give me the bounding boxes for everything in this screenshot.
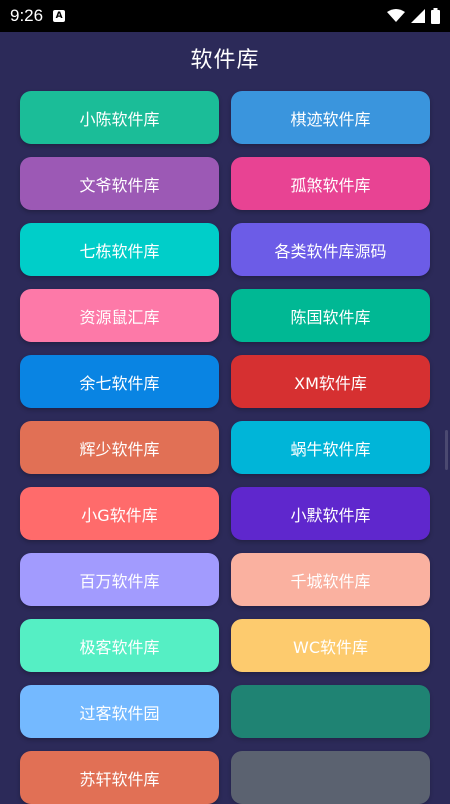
status-bar: 9:26 A	[0, 0, 450, 32]
library-button[interactable]: 余七软件库	[20, 355, 219, 408]
library-button[interactable]: WC软件库	[231, 619, 430, 672]
library-button[interactable]: 苏轩软件库	[20, 751, 219, 804]
library-button[interactable]: 各类软件库源码	[231, 223, 430, 276]
signal-icon	[411, 9, 425, 23]
library-button[interactable]: 蜗牛软件库	[231, 421, 430, 474]
library-button[interactable]: 过客软件园	[20, 685, 219, 738]
library-button[interactable]: 极客软件库	[20, 619, 219, 672]
wifi-icon	[387, 9, 405, 22]
library-button[interactable]: 孤煞软件库	[231, 157, 430, 210]
status-time: 9:26	[10, 6, 44, 25]
library-button[interactable]	[231, 685, 430, 738]
library-button[interactable]: 陈国软件库	[231, 289, 430, 342]
library-button[interactable]: 七栋软件库	[20, 223, 219, 276]
library-button[interactable]: 资源鼠汇库	[20, 289, 219, 342]
app-header: 软件库	[0, 32, 450, 84]
software-library-grid: 小陈软件库 棋迹软件库 文爷软件库 孤煞软件库 七栋软件库 各类软件库源码 资源鼠汇库 陈国软…	[20, 91, 430, 804]
library-button[interactable]: 千城软件库	[231, 553, 430, 606]
library-button[interactable]: 棋迹软件库	[231, 91, 430, 144]
a-icon: A	[53, 10, 66, 22]
scrollbar[interactable]	[445, 430, 448, 470]
library-button[interactable]: 小默软件库	[231, 487, 430, 540]
library-button[interactable]: 小陈软件库	[20, 91, 219, 144]
page-title: 软件库	[190, 48, 260, 73]
library-button[interactable]: 文爷软件库	[20, 157, 219, 210]
battery-icon	[431, 8, 440, 24]
library-button[interactable]: 辉少软件库	[20, 421, 219, 474]
library-button[interactable]: 小G软件库	[20, 487, 219, 540]
library-button[interactable]: XM软件库	[231, 355, 430, 408]
library-button[interactable]	[231, 751, 430, 804]
library-button[interactable]: 百万软件库	[20, 553, 219, 606]
